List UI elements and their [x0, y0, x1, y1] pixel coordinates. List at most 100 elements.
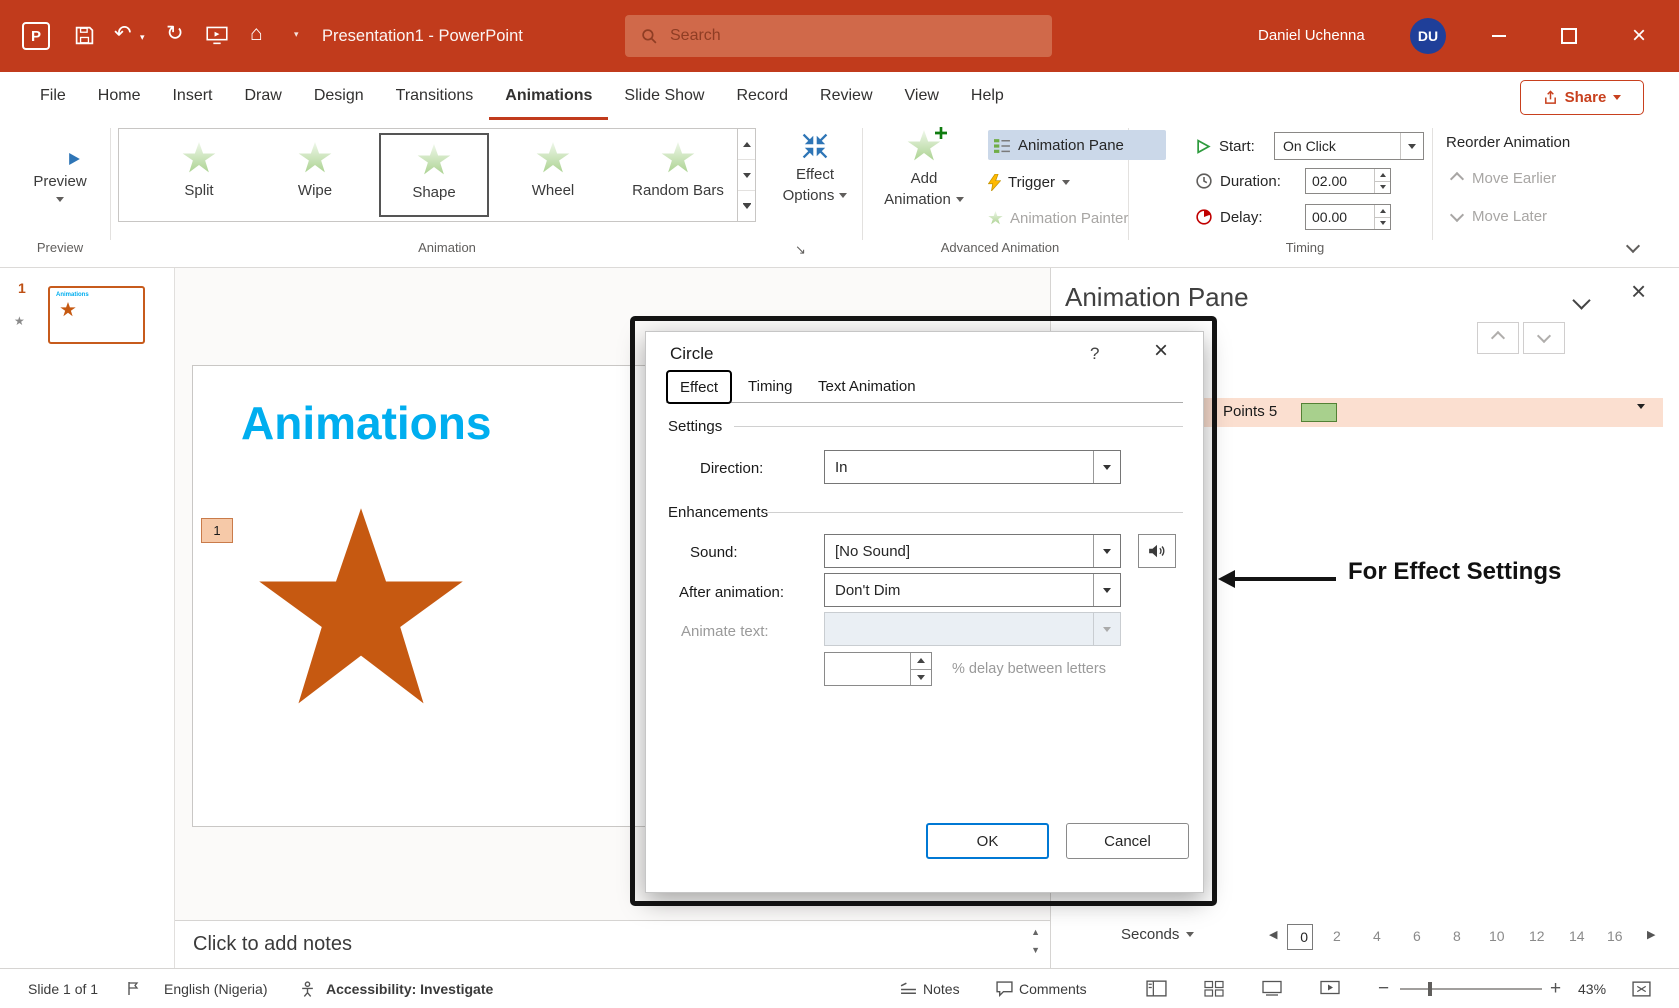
animation-number-badge[interactable]: 1	[201, 518, 233, 543]
gallery-item-split[interactable]: Split	[147, 133, 251, 217]
tab-review[interactable]: Review	[804, 72, 888, 120]
view-slide-sorter-button[interactable]	[1204, 969, 1224, 1008]
gallery-item-shape[interactable]: Shape	[379, 133, 489, 217]
maximize-button[interactable]	[1546, 0, 1592, 72]
slide-thumbnail[interactable]: Animations	[48, 286, 145, 344]
move-earlier-button[interactable]: Move Earlier	[1452, 170, 1556, 187]
animation-item-label: Points 5	[1223, 403, 1277, 420]
view-slideshow-button[interactable]	[1320, 969, 1340, 1008]
dialog-tab-text-animation[interactable]: Text Animation	[818, 372, 916, 402]
preview-button[interactable]: Preview	[18, 130, 102, 202]
zoom-slider-track[interactable]	[1400, 988, 1542, 990]
present-icon[interactable]	[206, 26, 228, 51]
zoom-level[interactable]: 43%	[1578, 969, 1606, 1008]
tab-transitions[interactable]: Transitions	[380, 72, 490, 120]
animation-painter-button[interactable]: Animation Painter	[988, 204, 1128, 232]
zoom-out-button[interactable]: −	[1378, 969, 1389, 1008]
tab-help[interactable]: Help	[955, 72, 1020, 120]
timeline-scroll-left-icon[interactable]: ◀	[1269, 928, 1277, 941]
tab-animations[interactable]: Animations	[489, 72, 608, 120]
add-animation-button[interactable]: Add Animation	[878, 130, 970, 208]
ok-button[interactable]: OK	[926, 823, 1049, 859]
dialog-help-button[interactable]: ?	[1090, 344, 1099, 364]
start-select[interactable]: On Click	[1274, 132, 1424, 160]
seconds-dropdown[interactable]: Seconds	[1121, 926, 1194, 943]
notes-scroll-up-icon[interactable]: ▲	[1031, 927, 1040, 937]
proofing-flag-icon[interactable]	[126, 969, 140, 1008]
search-input[interactable]: Search	[625, 15, 1052, 57]
trigger-button[interactable]: Trigger	[988, 168, 1070, 196]
spinner-up-button[interactable]	[911, 653, 931, 670]
minimize-button[interactable]	[1476, 0, 1522, 72]
duration-spinner[interactable]: 02.00	[1305, 168, 1391, 194]
share-button[interactable]: Share	[1520, 80, 1644, 115]
gallery-item-random-bars[interactable]: Random Bars	[617, 133, 739, 217]
tab-file[interactable]: File	[24, 72, 82, 120]
view-normal-button[interactable]	[1146, 969, 1167, 1008]
move-later-button[interactable]: Move Later	[1452, 208, 1547, 225]
animation-timeline-bar[interactable]	[1301, 403, 1337, 422]
gallery-scroll-down-button[interactable]	[738, 160, 755, 191]
item-dropdown-icon[interactable]	[1637, 409, 1645, 427]
dialog-tab-effect[interactable]: Effect	[666, 370, 732, 404]
animation-dialog-launcher-icon[interactable]: ↘	[795, 242, 806, 258]
timeline-tick: 6	[1413, 928, 1421, 944]
notes-placeholder[interactable]: Click to add notes	[193, 933, 1050, 956]
view-reading-button[interactable]	[1262, 969, 1282, 1008]
gallery-item-wipe[interactable]: Wipe	[263, 133, 367, 217]
gallery-scroll-up-button[interactable]	[738, 129, 755, 160]
pane-close-icon[interactable]: ×	[1631, 276, 1646, 307]
tab-record[interactable]: Record	[720, 72, 804, 120]
quick-access-dropdown-icon[interactable]: ▾	[294, 29, 299, 40]
notes-pane[interactable]: Click to add notes ▲ ▼	[175, 920, 1050, 968]
slide-title[interactable]: Animations	[241, 396, 491, 450]
animation-indicator-star-icon[interactable]: ★	[14, 314, 25, 328]
zoom-in-button[interactable]: +	[1550, 969, 1561, 1008]
save-icon[interactable]	[74, 25, 95, 51]
gallery-expand-button[interactable]	[738, 191, 755, 221]
tab-design[interactable]: Design	[298, 72, 380, 120]
undo-icon[interactable]: ↶	[114, 21, 132, 46]
effect-options-button[interactable]: Effect Options	[772, 130, 858, 204]
redo-icon[interactable]: ↻	[166, 21, 184, 46]
delay-spinner[interactable]: 00.00	[1305, 204, 1391, 230]
tab-view[interactable]: View	[889, 72, 955, 120]
tab-home[interactable]: Home	[82, 72, 157, 120]
thumbnail-title-text: Animations	[56, 292, 143, 298]
pane-collapse-chevron-icon[interactable]	[1575, 294, 1588, 312]
tab-insert[interactable]: Insert	[156, 72, 228, 120]
star-shape[interactable]	[255, 508, 467, 710]
zoom-slider-thumb[interactable]	[1428, 982, 1432, 996]
language-label[interactable]: English (Nigeria)	[164, 969, 267, 1008]
sound-select[interactable]: [No Sound]	[824, 534, 1121, 568]
settings-section-label: Settings	[668, 418, 722, 435]
after-animation-value: Don't Dim	[825, 582, 1093, 599]
after-animation-select[interactable]: Don't Dim	[824, 573, 1121, 607]
up-chevron-icon	[1491, 331, 1505, 345]
dialog-close-button[interactable]: ×	[1154, 337, 1168, 365]
spinner-down-button[interactable]	[911, 670, 931, 686]
home-icon[interactable]: ⌂	[250, 22, 263, 46]
collapse-ribbon-button[interactable]	[1628, 238, 1638, 256]
notes-scroll-down-icon[interactable]: ▼	[1031, 945, 1040, 955]
avatar[interactable]: DU	[1410, 18, 1446, 54]
animation-pane-button[interactable]: Animation Pane	[988, 130, 1166, 160]
gallery-item-wheel[interactable]: Wheel	[501, 133, 605, 217]
tab-draw[interactable]: Draw	[228, 72, 297, 120]
pane-move-up-button[interactable]	[1477, 322, 1519, 354]
accessibility-status[interactable]: Accessibility: Investigate	[326, 969, 493, 1008]
sound-volume-button[interactable]	[1138, 534, 1176, 568]
fit-to-window-button[interactable]	[1632, 969, 1651, 1008]
timeline-tick: 16	[1607, 928, 1623, 944]
close-button[interactable]: ×	[1616, 0, 1662, 72]
dialog-tab-timing[interactable]: Timing	[748, 372, 792, 402]
tab-slide-show[interactable]: Slide Show	[608, 72, 720, 120]
cancel-button[interactable]: Cancel	[1066, 823, 1189, 859]
direction-select[interactable]: In	[824, 450, 1121, 484]
notes-toggle-button[interactable]: Notes	[900, 969, 960, 1008]
thumbnail-star-shape	[60, 302, 76, 317]
undo-dropdown-icon[interactable]: ▾	[140, 32, 145, 43]
comments-button[interactable]: Comments	[996, 969, 1087, 1008]
pane-move-down-button[interactable]	[1523, 322, 1565, 354]
timeline-scroll-right-icon[interactable]: ▶	[1647, 928, 1655, 941]
